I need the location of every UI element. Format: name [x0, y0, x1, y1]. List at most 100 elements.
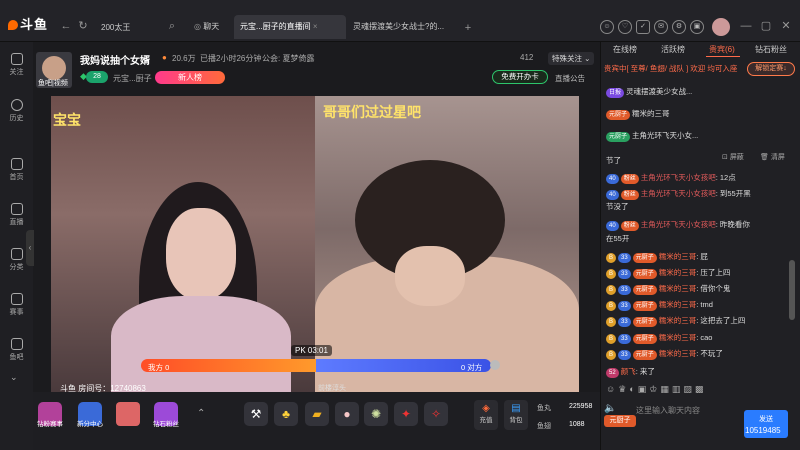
tab-room[interactable]: 元宝...厨子的直播间 ×	[234, 15, 346, 39]
style-icon[interactable]: ▥	[672, 384, 684, 394]
chat-user[interactable]: 主角光环飞天小女孩吧	[641, 220, 716, 229]
color-icon[interactable]: ◐	[629, 384, 637, 394]
gift-rocket-icon[interactable]: ✦	[394, 402, 418, 426]
tab-chat[interactable]: ◎ 聊天	[188, 15, 225, 39]
sidebar-item-yuba[interactable]: 鱼吧	[0, 335, 33, 369]
tab-vip[interactable]: 贵宾(6)	[709, 44, 735, 55]
gift-bell-icon[interactable]: ♣	[274, 402, 298, 426]
clear-button[interactable]: 🗑 清屏	[760, 152, 785, 162]
chevron-down-icon[interactable]: ⌄	[10, 372, 18, 383]
more-icon[interactable]: ▨	[683, 384, 695, 394]
message-icon[interactable]: ✉	[654, 20, 668, 34]
gift-label: 钻粉赛事	[37, 421, 63, 428]
speaker-icon[interactable]: 🔈	[604, 403, 616, 414]
announce-link[interactable]: 直播公告	[555, 73, 585, 84]
chat-message: 40 粉丝 主角光环飞天小女孩吧: 12点	[606, 172, 736, 184]
chat-user[interactable]: 糯米的三哥	[659, 284, 697, 293]
gift-wand-icon[interactable]: ✧	[424, 402, 448, 426]
chat-text: 节没了	[606, 202, 629, 211]
backpack-button[interactable]: ▤ 背包	[504, 400, 528, 430]
gift-face-icon[interactable]: ●	[335, 402, 359, 426]
owner-label[interactable]: 元宝...厨子	[113, 73, 152, 84]
special-follow-button[interactable]: 特殊关注 ⌄	[548, 52, 595, 65]
chat-user[interactable]: 糯米的三哥	[659, 252, 697, 261]
shield-button[interactable]: ⊡ 屏蔽	[722, 152, 744, 162]
hot-icon: ●	[162, 53, 167, 62]
avatar[interactable]	[712, 18, 730, 36]
list-text: 灵魂摆渡美少女战...	[626, 87, 693, 96]
free-start-button[interactable]: 免费开办卡	[492, 70, 548, 84]
emoji-icon[interactable]: ☺	[606, 384, 618, 394]
minimize-icon[interactable]: —	[740, 20, 752, 32]
trophy-icon	[10, 293, 23, 305]
sidebar-item-follow[interactable]: 关注	[0, 50, 33, 84]
chat-user[interactable]: 糯米的三哥	[659, 300, 697, 309]
tab-other-room[interactable]: 灵魂摆渡美少女战士?的... ×	[347, 15, 457, 55]
gift-small-icon[interactable]: ▣	[638, 384, 650, 394]
add-tab-icon[interactable]: +	[462, 22, 474, 34]
video-left-stream	[51, 96, 315, 392]
close-icon[interactable]: ✕	[780, 20, 792, 32]
chat-scrollbar[interactable]	[789, 260, 795, 320]
list-tag: 元厨子	[606, 110, 631, 120]
sidebar-item-events[interactable]: 赛事	[0, 290, 33, 324]
gift-planet-icon[interactable]: ✺	[364, 402, 388, 426]
heart-icon	[10, 53, 23, 65]
chat-toolbar[interactable]: ☺♛◐▣♔▦▥▨▩	[606, 384, 706, 395]
settings-icon[interactable]: ⚙	[672, 20, 686, 34]
charge-button[interactable]: ◈ 充值	[474, 400, 498, 430]
sidebar-item-home[interactable]: 首页	[0, 155, 33, 189]
chat-message: 在55开	[606, 233, 629, 244]
heart-icon[interactable]: ♡	[618, 20, 632, 34]
close-tab-icon[interactable]: ×	[313, 22, 318, 31]
chat-user[interactable]: 主角光环飞天小女孩吧	[641, 189, 716, 198]
chat-text: 不玩了	[700, 349, 723, 358]
maximize-icon[interactable]: ▢	[760, 20, 772, 32]
tab-other-label: 灵魂摆渡美少女战士?的...	[353, 22, 445, 31]
chat-user[interactable]: 糯米的三哥	[659, 333, 697, 342]
chevron-up-icon[interactable]: ⌃	[197, 408, 205, 419]
barrage-icon[interactable]: ▦	[660, 384, 672, 394]
sidebar-item-label: 关注	[9, 69, 24, 76]
chat-text: 屁	[700, 252, 708, 261]
tab-diamond-fans[interactable]: 钻石粉丝	[755, 44, 787, 55]
back-icon[interactable]: ←	[60, 20, 72, 32]
shield-label: 屏蔽	[729, 154, 744, 161]
fan-icon[interactable]: ♛	[618, 384, 629, 394]
crown-icon[interactable]: ♔	[649, 384, 660, 394]
user-icon[interactable]: ☺	[600, 20, 614, 34]
gift-icon[interactable]: ▣	[690, 20, 704, 34]
chat-user[interactable]: 糯米的三哥	[659, 349, 697, 358]
tab-room-label: 元宝...厨子的直播间	[240, 22, 311, 31]
collapse-sidebar-button[interactable]: ‹	[26, 230, 34, 266]
douyu-logo[interactable]: 斗鱼	[8, 14, 50, 32]
tab-active-rank[interactable]: 活跃榜	[661, 44, 685, 55]
refresh-icon[interactable]: ↻	[77, 20, 89, 32]
sidebar-item-live[interactable]: 直播	[0, 200, 33, 234]
search-icon[interactable]: ⌕	[166, 20, 178, 32]
tab-online-rank[interactable]: 在线榜	[613, 44, 637, 55]
new-rank-pill[interactable]: 新人榜	[155, 71, 225, 84]
checklist-icon[interactable]: ✓	[636, 20, 650, 34]
chat-user[interactable]: 糯米的三哥	[659, 268, 697, 277]
chat-user[interactable]: 糯米的三哥	[659, 316, 697, 325]
sidebar-item-history[interactable]: 历史	[0, 96, 33, 130]
guild-label[interactable]: 公会: 夏梦倚露	[262, 53, 314, 64]
chat-user[interactable]: 主角光环飞天小女孩吧	[641, 173, 716, 182]
top-list-item[interactable]: 元厨子 糯米的三哥	[606, 108, 670, 120]
active-tab-underline	[706, 56, 740, 57]
top-list-item[interactable]: 日报 灵魂摆渡美少女战...	[606, 86, 692, 98]
unlock-button[interactable]: 解锁定赛↓	[747, 62, 795, 76]
pk-minus-icon[interactable]	[490, 360, 500, 370]
avatar-caption[interactable]: 鱼吧|视频	[38, 78, 68, 88]
fan-badge-button[interactable]: 元厨子	[604, 415, 636, 427]
sidebar-item-label: 赛事	[9, 309, 24, 316]
top-list-item[interactable]: 元厨子 主角光环飞天小女...	[606, 130, 698, 142]
vip-notice: 贵宾中[ 至尊/ 鱼翅/ 战队 ] 欢迎 均可入座	[604, 64, 738, 73]
gift-hammer-icon[interactable]: ⚒	[244, 402, 268, 426]
gift-gold-bar-icon[interactable]: ▰	[305, 402, 329, 426]
logo-text: 斗鱼	[20, 17, 49, 32]
image-icon[interactable]: ▩	[695, 384, 707, 394]
gift-box-icon[interactable]	[116, 402, 140, 426]
chat-user[interactable]: 颜飞	[621, 367, 636, 376]
